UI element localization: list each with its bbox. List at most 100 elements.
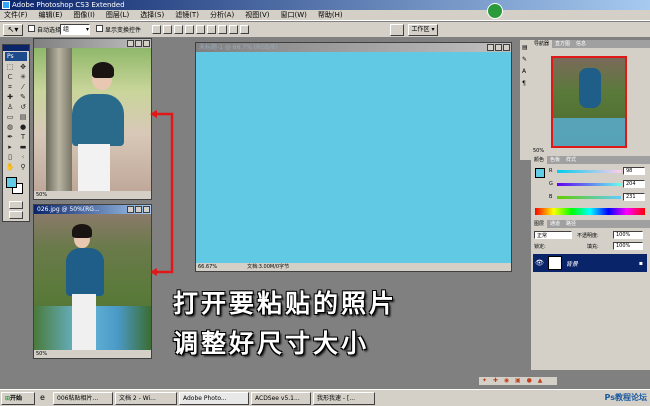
tab-info[interactable]: 信息 (573, 40, 589, 48)
slice-tool-icon[interactable]: ⁄ (17, 83, 29, 92)
document-window-1[interactable]: 50% (33, 38, 152, 200)
menu-item-7[interactable]: 视图(V) (245, 10, 269, 20)
color-fg-swatch[interactable] (535, 168, 545, 178)
start-button[interactable]: ⊞开始 (1, 391, 35, 405)
quick-mask-button[interactable] (9, 201, 23, 209)
tab-navigator[interactable]: 导航器 (531, 40, 553, 48)
healing-tool-icon[interactable]: ✚ (4, 93, 16, 102)
document-window-3[interactable]: 未标题-1 @ 66.7% (RGB/8) 66.67% 文档:3.00M/0字节 (195, 42, 512, 272)
move-tool-preset[interactable]: ↖▾ (3, 24, 23, 36)
history-brush-icon[interactable]: ↺ (17, 103, 29, 112)
blank-canvas[interactable] (196, 52, 511, 263)
show-transform-checkbox[interactable] (96, 25, 103, 32)
align-middle-button[interactable] (163, 25, 172, 34)
path-select-icon[interactable]: ▸ (4, 143, 16, 152)
shape-tool-icon[interactable]: ▬ (17, 143, 29, 152)
menu-item-8[interactable]: 窗口(W) (280, 10, 306, 20)
tab-styles[interactable]: 样式 (563, 156, 579, 164)
r-slider[interactable] (557, 170, 621, 173)
taskbar-item-5[interactable]: 我形我速 - [... (313, 391, 375, 405)
hand-tool-icon[interactable]: ✋ (4, 163, 16, 172)
menu-item-4[interactable]: 选择(S) (140, 10, 164, 20)
pen-tool-icon[interactable]: ✒ (4, 133, 16, 142)
taskbar-item-1[interactable]: 006粘贴相片... (53, 391, 113, 405)
blur-tool-icon[interactable]: ◍ (4, 123, 16, 132)
minimize-icon[interactable] (127, 40, 134, 47)
dock-icon-4[interactable]: ¶ (522, 80, 530, 88)
crop-tool-icon[interactable]: ⌗ (4, 83, 16, 92)
quick-launch-ie-icon[interactable]: e (37, 392, 51, 405)
align-top-button[interactable] (152, 25, 161, 34)
zoom-tool-icon[interactable]: ⚲ (17, 163, 29, 172)
type-tool-icon[interactable]: T (17, 133, 29, 142)
marquee-tool-icon[interactable]: ⬚ (4, 63, 16, 72)
tab-color[interactable]: 颜色 (531, 156, 548, 164)
visibility-eye-icon[interactable]: 👁 (535, 259, 544, 267)
workspace-button[interactable]: 工作区 ▾ (408, 24, 438, 36)
menu-item-3[interactable]: 图层(L) (106, 10, 129, 20)
document-window-2[interactable]: 026.jpg @ 50%(RG... 50% (33, 204, 152, 359)
tab-layers[interactable]: 图层 (531, 220, 548, 228)
doc3-zoom[interactable]: 66.67% (198, 263, 217, 271)
close-icon[interactable] (503, 44, 510, 51)
minimize-icon[interactable] (127, 206, 134, 213)
distribute2-button[interactable] (229, 25, 238, 34)
blend-mode-dropdown[interactable]: 正常 (534, 231, 572, 239)
color-ramp[interactable] (535, 208, 645, 215)
magic-wand-tool-icon[interactable]: ✳ (17, 73, 29, 82)
dock-icon-1[interactable]: ▤ (522, 44, 530, 52)
tab-histogram[interactable]: 直方图 (552, 40, 573, 48)
maximize-icon[interactable] (135, 40, 142, 47)
b-value[interactable]: 231 (623, 193, 645, 201)
dock-icon-3[interactable]: A (522, 68, 530, 76)
distribute-button[interactable] (218, 25, 227, 34)
brush-tool-icon[interactable]: ✎ (17, 93, 29, 102)
opacity-field[interactable]: 100% (613, 231, 643, 239)
foreground-color-swatch[interactable] (6, 177, 17, 188)
auto-select-checkbox[interactable] (28, 25, 35, 32)
align-center-button[interactable] (196, 25, 205, 34)
taskbar-item-3[interactable]: Adobe Photo... (179, 391, 249, 405)
maximize-icon[interactable] (135, 206, 142, 213)
taskbar-item-4[interactable]: ACDSee v5.1... (251, 391, 311, 405)
layer-row-background[interactable]: 👁 背景 ▪ (533, 254, 647, 272)
menu-item-9[interactable]: 帮助(H) (318, 10, 343, 20)
distribute3-button[interactable] (240, 25, 249, 34)
minimize-icon[interactable] (487, 44, 494, 51)
r-value[interactable]: 98 (623, 167, 645, 175)
navigator-thumbnail[interactable] (551, 56, 627, 148)
ime-toolbar[interactable]: ✦ ✚ ◉ ▣ ● ▲ (478, 376, 558, 386)
maximize-icon[interactable] (495, 44, 502, 51)
eyedropper-tool-icon[interactable]: ᚲ (17, 153, 29, 162)
navigator-zoom[interactable]: 50% (533, 148, 544, 154)
fill-field[interactable]: 100% (613, 242, 643, 250)
stamp-tool-icon[interactable]: ♙ (4, 103, 16, 112)
gradient-tool-icon[interactable]: ▤ (17, 113, 29, 122)
align-right-button[interactable] (207, 25, 216, 34)
lasso-tool-icon[interactable]: ᑕ (4, 73, 16, 82)
move-tool-icon[interactable]: ✥ (17, 63, 29, 72)
tab-swatches[interactable]: 色板 (547, 156, 563, 164)
menu-item-1[interactable]: 编辑(E) (39, 10, 63, 20)
notes-tool-icon[interactable]: ▯ (4, 153, 16, 162)
tab-channels[interactable]: 通道 (547, 220, 563, 228)
menu-item-6[interactable]: 分析(A) (210, 10, 234, 20)
thumb-figure (579, 68, 601, 108)
g-slider[interactable] (557, 183, 621, 186)
menu-item-0[interactable]: 文件(F) (4, 10, 28, 20)
auto-select-dropdown[interactable]: 组 ▾ (60, 24, 90, 35)
b-slider[interactable] (557, 196, 621, 199)
screen-mode-button[interactable] (9, 211, 23, 219)
dock-icon-2[interactable]: ✎ (522, 56, 530, 64)
close-icon[interactable] (143, 40, 150, 47)
tab-paths[interactable]: 路径 (563, 220, 579, 228)
menu-item-2[interactable]: 图像(I) (73, 10, 95, 20)
align-left-button[interactable] (185, 25, 194, 34)
menu-item-5[interactable]: 滤镜(T) (175, 10, 199, 20)
align-bottom-button[interactable] (174, 25, 183, 34)
taskbar-item-2[interactable]: 文档 2 - Wi... (115, 391, 177, 405)
eraser-tool-icon[interactable]: ▭ (4, 113, 16, 122)
dodge-tool-icon[interactable]: ● (17, 123, 29, 132)
g-value[interactable]: 204 (623, 180, 645, 188)
bridge-button[interactable] (390, 24, 404, 36)
